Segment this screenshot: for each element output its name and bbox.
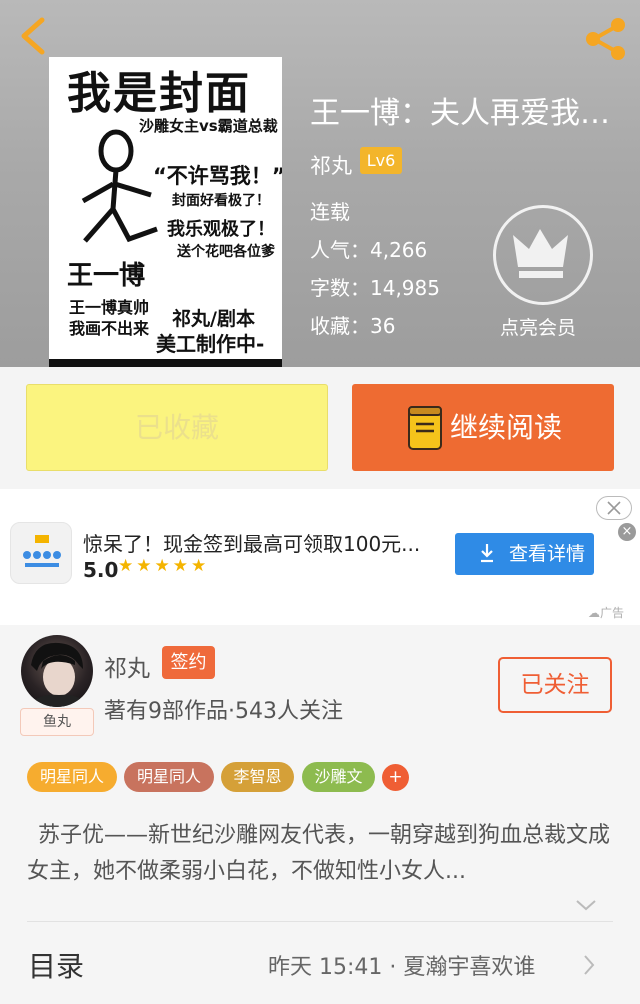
- cover-quote-4: 送个花吧各位爹: [177, 244, 275, 260]
- close-icon: [607, 501, 621, 515]
- book-description[interactable]: 苏子优——新世纪沙雕网友代表，一朝穿越到狗血总裁文成女主，她不做柔弱小白花，不做…: [27, 818, 617, 890]
- share-icon[interactable]: [580, 14, 630, 64]
- chevron-right-icon[interactable]: [582, 953, 596, 977]
- book-description-text: 苏子优——新世纪沙雕网友代表，一朝穿越到狗血总裁文成女主，她不做柔弱小白花，不做…: [27, 823, 611, 884]
- tag-shadiao-wen[interactable]: 沙雕文: [302, 762, 375, 792]
- ad-dismiss-icon[interactable]: ×: [618, 523, 636, 541]
- stickman-drawing: [81, 129, 158, 243]
- book-title: 王一博：夫人再爱我…: [310, 96, 610, 131]
- ad-title: 惊呆了！现金签到最高可领取100元...: [83, 532, 421, 556]
- tag-mingxing-tongren-1[interactable]: 明星同人: [27, 762, 117, 792]
- star-rating-icon: ★★★★★: [118, 556, 210, 576]
- avatar-photo: [29, 642, 87, 707]
- cover-quote-2: 封面好看极了！: [172, 193, 270, 209]
- download-icon: [481, 544, 493, 563]
- book-icon: [408, 406, 442, 450]
- app-logo-icon: [23, 535, 61, 567]
- cover-line-3: 祁丸/剧本: [172, 308, 255, 330]
- continue-reading-button[interactable]: 继续阅读: [352, 384, 614, 471]
- cover-title: 我是封面: [67, 68, 251, 119]
- toc-latest-chapter[interactable]: 昨天 15:41 · 夏瀚宇喜欢谁: [268, 949, 535, 981]
- avatar-tag: 鱼丸: [20, 708, 94, 736]
- author-name[interactable]: 祁丸: [104, 649, 150, 683]
- ad-rating: 5.0: [83, 558, 119, 582]
- section-divider: [27, 921, 613, 922]
- ad-app-icon: [10, 522, 72, 584]
- vip-label[interactable]: 点亮会员: [500, 313, 576, 340]
- cover-quote-3: 我乐观极了！: [167, 219, 275, 240]
- crown-icon: [513, 229, 568, 278]
- book-cover[interactable]: 我是封面 沙雕女主vs霸道总裁 “不许骂我！” 封面好看极了！ 我乐观极了！ 送…: [49, 57, 282, 367]
- cover-name: 王一博: [67, 261, 146, 291]
- cover-line-2: 我画不出来: [69, 319, 150, 338]
- book-popularity: 人气：4,266: [310, 238, 428, 262]
- author-avatar[interactable]: [21, 635, 93, 707]
- add-tag-icon[interactable]: +: [382, 764, 409, 791]
- vip-button[interactable]: [493, 205, 593, 305]
- cover-line-4: 美工制作中-: [156, 332, 265, 356]
- book-word-count: 字数：14,985: [310, 276, 440, 300]
- book-header: 我是封面 沙雕女主vs霸道总裁 “不许骂我！” 封面好看极了！ 我乐观极了！ 送…: [0, 0, 640, 367]
- chevron-down-icon[interactable]: [574, 897, 598, 913]
- ad-label-text: 广告: [600, 606, 625, 620]
- ad-details-button[interactable]: 查看详情: [455, 533, 594, 575]
- ad-close-pill[interactable]: [596, 496, 632, 520]
- signed-badge: 签约: [162, 646, 215, 679]
- favorited-button[interactable]: 已收藏: [26, 384, 328, 471]
- book-favorites: 收藏：36: [310, 314, 396, 338]
- cover-quote-1: “不许骂我！”: [153, 164, 282, 188]
- ad-label: ☁广告: [588, 606, 625, 620]
- level-badge: Lv6: [360, 147, 402, 174]
- toc-label[interactable]: 目录: [28, 945, 84, 985]
- chevron-left-icon[interactable]: [14, 14, 58, 58]
- tag-li-zhien[interactable]: 李智恩: [221, 762, 294, 792]
- tag-mingxing-tongren-2[interactable]: 明星同人: [124, 762, 214, 792]
- ad-details-label: 查看详情: [509, 543, 586, 565]
- book-detail-page: 我是封面 沙雕女主vs霸道总裁 “不许骂我！” 封面好看极了！ 我乐观极了！ 送…: [0, 0, 640, 1004]
- continue-reading-label: 继续阅读: [450, 411, 563, 444]
- cover-bottom-bar: [49, 359, 282, 367]
- following-button[interactable]: 已关注: [498, 657, 612, 713]
- book-status: 连载: [310, 200, 350, 224]
- book-author[interactable]: 祁丸: [310, 150, 352, 180]
- author-stats: 著有9部作品·543人关注: [104, 699, 343, 724]
